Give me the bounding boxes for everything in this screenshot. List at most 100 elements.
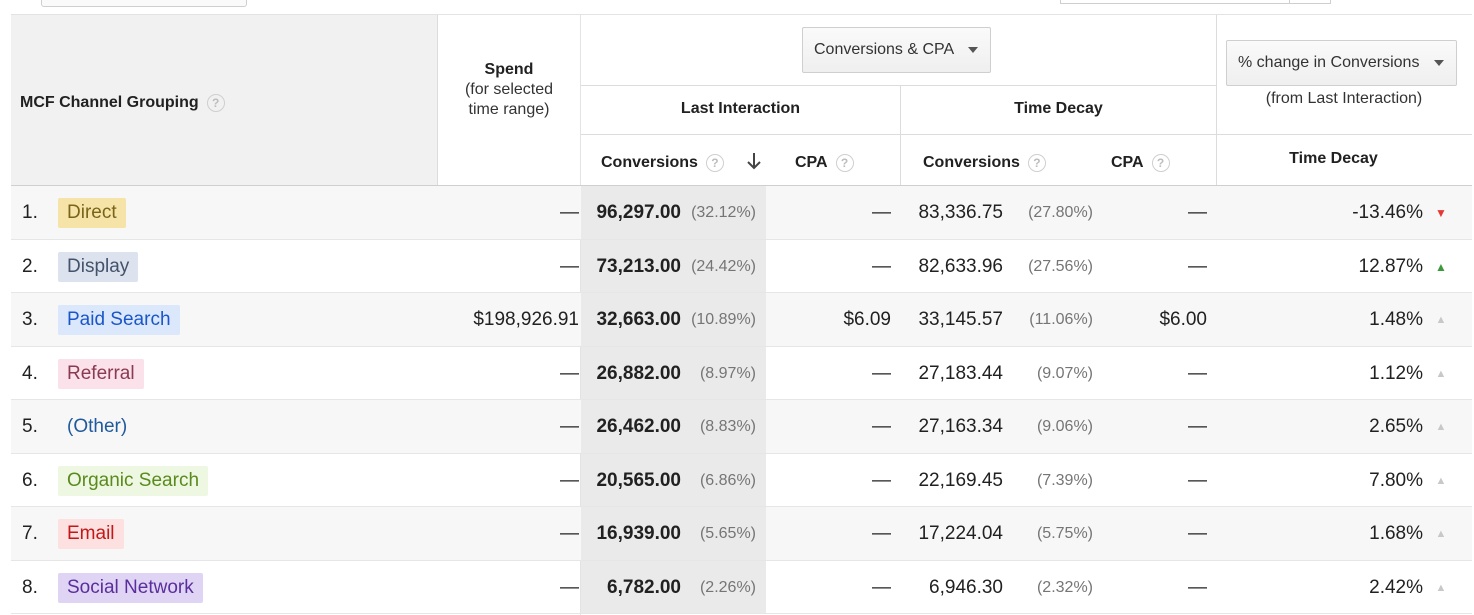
channel-grouping-label: MCF Channel Grouping <box>20 94 199 111</box>
td-conversions-cell: 82,633.96 (27.56%) <box>891 240 1093 293</box>
td-conversions-value: 82,633.96 <box>918 255 1003 277</box>
li-conversions-percent: (5.65%) <box>699 524 756 542</box>
row-rank: 8. <box>22 576 38 598</box>
td-conversions-percent: (7.39%) <box>1036 471 1093 489</box>
arrow-up-icon: ▲ <box>1435 259 1447 274</box>
arrow-up-icon: ▲ <box>1435 313 1447 326</box>
change-value: 7.80% <box>1369 469 1423 491</box>
spend-value: — <box>560 255 579 277</box>
row-rank: 3. <box>22 308 38 330</box>
table-row: 3. Paid Search $198,926.91 32,663.00 (10.89%… <box>11 293 1472 346</box>
td-conversions-percent: (27.56%) <box>1028 257 1093 275</box>
channel-link[interactable]: Social Network <box>58 572 203 603</box>
td-conversions-label: Conversions <box>923 154 1020 171</box>
row-rank: 1. <box>22 201 38 223</box>
comparison-dropdown-label: % change in Conversions <box>1238 54 1420 71</box>
td-cpa-value: — <box>1188 201 1207 223</box>
li-cpa-value: — <box>872 576 891 598</box>
arrow-up-icon: ▲ <box>1435 581 1447 594</box>
arrow-down-icon: ▼ <box>1435 205 1447 220</box>
li-cpa-value: — <box>872 522 891 544</box>
change-value: 2.42% <box>1369 576 1423 598</box>
td-conversions-value: 17,224.04 <box>918 522 1003 544</box>
channel-link[interactable]: Direct <box>58 197 126 228</box>
row-rank: 5. <box>22 415 38 437</box>
channel-cell: Social Network <box>58 561 203 614</box>
metric-dropdown[interactable]: Conversions & CPA <box>802 27 991 73</box>
channel-cell: Organic Search <box>58 454 209 507</box>
row-rank: 2. <box>22 255 38 277</box>
help-icon[interactable]: ? <box>705 154 724 172</box>
li-cpa-label: CPA <box>795 154 828 171</box>
li-conversions-value: 26,882.00 <box>596 362 681 384</box>
change-value: 1.12% <box>1369 362 1423 384</box>
channel-cell: (Other) <box>58 400 136 453</box>
help-icon[interactable]: ? <box>206 94 225 112</box>
channel-link[interactable]: Paid Search <box>58 304 180 335</box>
table-row: 5. (Other) — 26,462.00 (8.83%) — 27,163.34 (9.0… <box>11 400 1472 453</box>
time-decay-header: Time Decay <box>1014 100 1103 117</box>
td-conversions-header[interactable]: Conversions ? <box>923 150 1046 176</box>
td-cpa-value: — <box>1188 415 1207 437</box>
change-value: 2.65% <box>1369 415 1423 437</box>
help-icon[interactable]: ? <box>1027 154 1046 172</box>
li-conversions-value: 73,213.00 <box>596 255 681 277</box>
arrow-up-icon: ▲ <box>1435 474 1447 487</box>
table-row: 6. Organic Search —20,565.00 (6.86%) —22,169… <box>11 454 1472 507</box>
td-cpa-label: CPA <box>1111 154 1144 171</box>
li-conversions-label: Conversions <box>601 154 698 171</box>
td-cpa-value: — <box>1188 576 1207 598</box>
td-conversions-cell: 6,946.30 (2.32%) <box>891 561 1093 614</box>
li-conversions-value: 16,939.00 <box>596 522 681 544</box>
table-row: 1. Direct — 96,297.00 (32.12%) — 83,336.75 (27.… <box>11 186 1472 239</box>
li-conversions-percent: (24.42%) <box>691 257 756 275</box>
li-conversions-value: 32,663.00 <box>596 308 681 330</box>
li-cpa-value: — <box>872 469 891 491</box>
td-cpa-value: — <box>1188 255 1207 277</box>
td-conversions-value: 83,336.75 <box>918 201 1003 223</box>
row-rank: 4. <box>22 362 38 384</box>
help-icon[interactable]: ? <box>1151 154 1170 172</box>
li-cpa-header[interactable]: CPA ? <box>795 150 854 176</box>
channel-cell: Display <box>58 240 139 293</box>
top-right-control[interactable] <box>1060 0 1331 4</box>
table-row: 8. Social Network —6,782.00 (2.26%) —6,946.3… <box>11 561 1472 614</box>
arrow-up-icon: ▲ <box>1435 367 1447 380</box>
arrow-up-icon: ▲ <box>1435 527 1447 540</box>
spend-header: Spend (for selected time range) <box>438 60 580 120</box>
help-icon[interactable]: ? <box>835 154 854 172</box>
li-cpa-value: — <box>872 362 891 384</box>
row-rank: 7. <box>22 522 38 544</box>
change-value: -13.46% <box>1352 201 1423 223</box>
li-conversions-cell: 20,565.00 (6.86%) <box>581 454 766 507</box>
sort-desc-icon[interactable] <box>745 151 763 173</box>
table-row: 2. Display — 73,213.00 (24.42%) — 82,633.96 (27… <box>11 240 1472 293</box>
table-row: 7. Email — 16,939.00 (5.65%) — 17,224.04 (5.75%… <box>11 507 1472 560</box>
spend-sublabel: (for selected time range) <box>464 81 554 118</box>
li-cpa-value: — <box>872 255 891 277</box>
td-conversions-percent: (9.06%) <box>1036 417 1093 435</box>
li-cpa-value: $6.09 <box>843 308 891 330</box>
change-value: 1.68% <box>1369 522 1423 544</box>
channel-link[interactable]: (Other) <box>58 412 136 442</box>
spend-value: — <box>560 576 579 598</box>
top-left-control[interactable] <box>41 0 247 7</box>
li-conversions-percent: (32.12%) <box>691 203 756 221</box>
li-conversions-cell: 32,663.00 (10.89%) <box>581 293 766 346</box>
li-conversions-header[interactable]: Conversions ? <box>601 150 724 176</box>
arrow-up-icon: ▲ <box>1435 420 1447 433</box>
channel-link[interactable]: Organic Search <box>58 465 209 496</box>
td-conversions-value: 27,163.34 <box>918 415 1003 437</box>
td-conversions-cell: 83,336.75 (27.80%) <box>891 186 1093 239</box>
li-conversions-percent: (8.83%) <box>699 417 756 435</box>
li-conversions-cell: 16,939.00 (5.65%) <box>581 507 766 560</box>
row-rank: 6. <box>22 469 38 491</box>
channel-cell: Referral <box>58 347 144 400</box>
channel-link[interactable]: Email <box>58 518 124 549</box>
td-conversions-cell: 22,169.45 (7.39%) <box>891 454 1093 507</box>
top-right-control-divider <box>1289 0 1290 4</box>
td-cpa-header[interactable]: CPA ? <box>1111 150 1170 176</box>
comparison-dropdown[interactable]: % change in Conversions <box>1226 40 1457 86</box>
channel-link[interactable]: Referral <box>58 358 144 389</box>
channel-link[interactable]: Display <box>58 251 139 282</box>
